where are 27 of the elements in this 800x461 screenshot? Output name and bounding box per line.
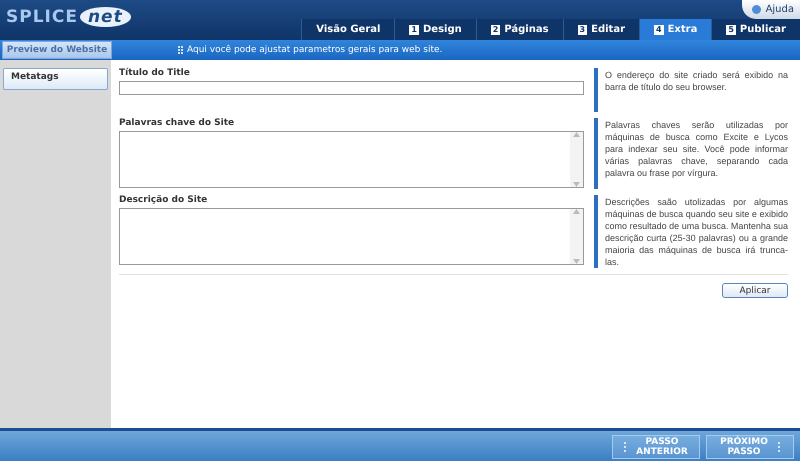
hint-text: Aqui você pode ajustat parametros gerais para web site. — [187, 45, 442, 55]
scroll-up-icon[interactable] — [573, 132, 580, 137]
sidebar-item[interactable]: Metatags — [3, 68, 108, 90]
field-label: Descrição do Site — [119, 195, 208, 205]
tab[interactable]: Visão Geral — [301, 19, 394, 40]
help-text: O endereço do site criado será exibido na barra de título do seu browser. — [594, 68, 788, 112]
help-link[interactable]: Ajuda — [742, 0, 800, 19]
tab[interactable]: 1 Design — [394, 19, 476, 40]
grip-icon — [624, 442, 626, 452]
scroll-up-icon[interactable] — [573, 209, 580, 214]
grip-icon — [178, 46, 183, 54]
tab[interactable]: 5 Publicar — [711, 19, 800, 40]
field-label: Palavras chave do Site — [119, 118, 236, 128]
scroll-down-icon[interactable] — [573, 259, 580, 264]
help-text: Descrições saão utolizadas por algumas máquinas de busca quando seu site e exibido como resultado de uma busca. Mantenha sua descrição curta (25-30 palavras) ou a grande maioria das máquinas de busca irá trunca-las. — [594, 195, 788, 268]
logo: SPLICE net — [6, 6, 131, 28]
help-text: Palavras chaves serão utilizadas por máquinas de busca como Excite e Lycos para indexar seu site. Você pode informar várias palavras chave, separando cada palavra ou frase por vírgura. — [594, 118, 788, 189]
tab[interactable]: 4 Extra — [639, 19, 712, 40]
grip-icon — [778, 442, 780, 452]
apply-button[interactable]: Aplicar — [722, 283, 788, 298]
text-area[interactable] — [119, 208, 584, 265]
text-area[interactable] — [119, 131, 584, 188]
scroll-down-icon[interactable] — [573, 182, 580, 187]
field-label: Título do Title — [119, 68, 191, 78]
tab[interactable]: 3 Editar — [562, 19, 640, 40]
input-field[interactable] — [119, 81, 584, 95]
tab[interactable]: 2 Páginas — [476, 19, 563, 40]
